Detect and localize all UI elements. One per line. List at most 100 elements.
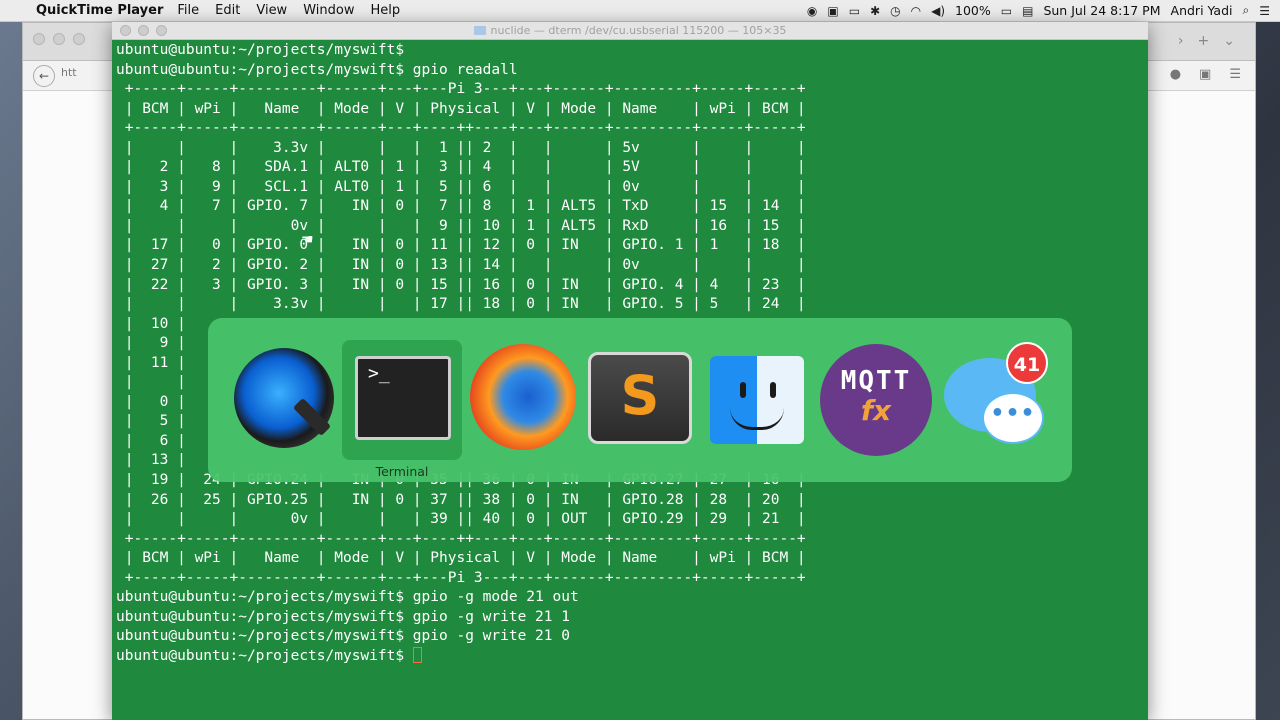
terminal-line-text: | 2 | 8 | SDA.1 | ALT0 | 1 | 3 || 4 | | … <box>116 159 806 176</box>
menu-edit[interactable]: Edit <box>215 3 240 18</box>
terminal-line-text: ubuntu@ubuntu:~/projects/myswift$ <box>116 647 413 664</box>
terminal-line-text: | | | 0v | | | 9 || 10 | 1 | ALT5 | RxD … <box>116 217 806 234</box>
menu-bar: QuickTime Player File Edit View Window H… <box>0 0 1280 22</box>
mqtt-fx-subtext: fx <box>860 394 892 427</box>
terminal-line-text: ubuntu@ubuntu:~/projects/myswift$ gpio -… <box>116 589 579 606</box>
airplay-icon[interactable]: ▭ <box>849 4 860 18</box>
screen-capture-icon[interactable]: ▣ <box>827 4 838 18</box>
status-area: ◉ ▣ ▭ ✱ ◷ ◠ ◀) 100% ▭ ▤ Sun Jul 24 8:17 … <box>807 3 1280 18</box>
firefox-icon[interactable] <box>470 344 576 450</box>
terminal-cursor <box>412 646 422 663</box>
terminal-line: | | | 3.3v | | | 17 || 18 | 0 | IN | GPI… <box>116 295 1148 315</box>
terminal-window-controls <box>120 25 167 36</box>
menu-view[interactable]: View <box>256 3 287 18</box>
browser-tab-tools: › + ⌄ <box>1178 33 1235 49</box>
finder-eye-left <box>740 382 746 398</box>
terminal-line: +-----+-----+---------+------+---+----++… <box>116 119 1148 139</box>
menu-help[interactable]: Help <box>370 3 400 18</box>
terminal-line-text: | 10 | <box>116 315 186 332</box>
finder-eye-right <box>770 382 776 398</box>
terminal-line: | 27 | 2 | GPIO. 2 | IN | 0 | 13 || 14 |… <box>116 256 1148 276</box>
terminal-line-text: | 5 | <box>116 413 186 430</box>
terminal-line: ubuntu@ubuntu:~/projects/myswift$ gpio -… <box>116 588 1148 608</box>
terminal-line: | 22 | 3 | GPIO. 3 | IN | 0 | 15 || 16 |… <box>116 276 1148 296</box>
app-menu[interactable]: QuickTime Player <box>36 3 163 18</box>
terminal-line-text: | | | 3.3v | | | 1 || 2 | | | 5v | | | <box>116 139 806 156</box>
terminal-line-text: | 9 | <box>116 335 186 352</box>
terminal-line-text: ubuntu@ubuntu:~/projects/myswift$ <box>116 42 405 58</box>
mqtt-fx-icon[interactable]: MQTT fx <box>820 344 932 456</box>
zoom-icon[interactable] <box>73 33 85 45</box>
terminal-line: | 4 | 7 | GPIO. 7 | IN | 0 | 7 || 8 | 1 … <box>116 197 1148 217</box>
quicktime-player-icon[interactable] <box>234 348 334 448</box>
minimize-icon[interactable] <box>138 25 149 36</box>
folder-icon <box>473 26 486 35</box>
terminal-line: ubuntu@ubuntu:~/projects/myswift$ <box>116 41 1148 61</box>
hamburger-menu-icon[interactable]: ☰ <box>1229 67 1241 82</box>
terminal-line-text: | 17 | 0 | GPIO. 0 | IN | 0 | 11 || 12 |… <box>116 237 806 254</box>
url-field[interactable]: htt <box>61 66 77 79</box>
minimize-icon[interactable] <box>53 33 65 45</box>
finder-icon[interactable] <box>710 356 804 444</box>
browser-toolbar-right: ● ▣ ☰ <box>1170 67 1241 82</box>
terminal-line: +-----+-----+---------+------+---+---Pi … <box>116 569 1148 589</box>
user-name[interactable]: Andri Yadi <box>1171 3 1233 18</box>
terminal-line-text: +-----+-----+---------+------+---+----++… <box>116 530 806 547</box>
terminal-line-text: | 13 | <box>116 452 186 469</box>
spotlight-icon[interactable]: ⌕ <box>1243 3 1250 18</box>
notification-center-icon[interactable]: ☰ <box>1259 4 1270 18</box>
input-menu-icon[interactable]: ▤ <box>1022 4 1033 18</box>
finder-smile <box>730 408 784 430</box>
close-icon[interactable] <box>120 25 131 36</box>
terminal-line: | | | 0v | | | 9 || 10 | 1 | ALT5 | RxD … <box>116 217 1148 237</box>
hand-cursor-icon: ☚ <box>301 232 314 248</box>
menu-window[interactable]: Window <box>303 3 354 18</box>
terminal-line-text: +-----+-----+---------+------+---+---Pi … <box>116 569 806 586</box>
terminal-line: | 3 | 9 | SCL.1 | ALT0 | 1 | 5 || 6 | | … <box>116 178 1148 198</box>
extension-icon[interactable]: ● <box>1170 67 1181 82</box>
app-switcher-label: Terminal <box>375 464 429 479</box>
terminal-line-text: | 4 | 7 | GPIO. 7 | IN | 0 | 7 || 8 | 1 … <box>116 198 806 215</box>
terminal-line: | BCM | wPi | Name | Mode | V | Physical… <box>116 100 1148 120</box>
mqtt-fx-text: MQTT <box>840 366 912 396</box>
close-icon[interactable] <box>33 33 45 45</box>
terminal-line-text: | | | 3.3v | | | 17 || 18 | 0 | IN | GPI… <box>116 296 806 313</box>
messages-badge: 41 <box>1006 342 1048 384</box>
back-icon[interactable]: ← <box>33 65 55 87</box>
browser-window-controls <box>33 33 85 45</box>
new-tab-icon[interactable]: + <box>1198 33 1210 49</box>
volume-icon[interactable]: ◀) <box>931 4 945 18</box>
battery-icon[interactable]: ▭ <box>1001 4 1012 18</box>
terminal-line: | 2 | 8 | SDA.1 | ALT0 | 1 | 3 || 4 | | … <box>116 158 1148 178</box>
wifi-icon[interactable]: ◠ <box>911 4 921 18</box>
time-machine-icon[interactable]: ◷ <box>890 4 900 18</box>
terminal-line-text: | BCM | wPi | Name | Mode | V | Physical… <box>116 550 806 567</box>
forward-icon[interactable]: › <box>1178 33 1184 49</box>
terminal-line-text: ubuntu@ubuntu:~/projects/myswift$ gpio -… <box>116 608 570 625</box>
terminal-title-bar[interactable]: nuclide — dterm /dev/cu.usbserial 115200… <box>112 22 1148 40</box>
menu-file[interactable]: File <box>177 3 199 18</box>
bluetooth-icon[interactable]: ✱ <box>870 4 880 18</box>
terminal-title: nuclide — dterm /dev/cu.usbserial 115200… <box>490 24 787 37</box>
app-switcher: >_ Terminal S MQTT fx ••• 41 <box>208 318 1072 482</box>
terminal-line-text: ubuntu@ubuntu:~/projects/myswift$ gpio -… <box>116 628 570 645</box>
zoom-icon[interactable] <box>156 25 167 36</box>
terminal-line: +-----+-----+---------+------+---+----++… <box>116 530 1148 550</box>
record-icon[interactable]: ◉ <box>807 4 817 18</box>
terminal-line-text: | 26 | 25 | GPIO.25 | IN | 0 | 37 || 38 … <box>116 491 806 508</box>
terminal-line-text: +-----+-----+---------+------+---+---Pi … <box>116 81 806 98</box>
clock[interactable]: Sun Jul 24 8:17 PM <box>1043 3 1160 18</box>
terminal-line: | | | 0v | | | 39 || 40 | 0 | OUT | GPIO… <box>116 510 1148 530</box>
terminal-line-text: | BCM | wPi | Name | Mode | V | Physical… <box>116 100 806 117</box>
terminal-line-text: | 3 | 9 | SCL.1 | ALT0 | 1 | 5 || 6 | | … <box>116 178 806 195</box>
battery-percent[interactable]: 100% <box>955 3 991 18</box>
app-switcher-item-terminal[interactable]: >_ Terminal <box>342 340 462 479</box>
terminal-line-text: ubuntu@ubuntu:~/projects/myswift$ gpio r… <box>116 61 518 78</box>
terminal-line-text: | 6 | <box>116 432 186 449</box>
pocket-icon[interactable]: ▣ <box>1199 67 1211 82</box>
sublime-text-icon[interactable]: S <box>588 352 692 444</box>
terminal-line: | | | 3.3v | | | 1 || 2 | | | 5v | | | <box>116 139 1148 159</box>
tab-list-icon[interactable]: ⌄ <box>1223 33 1235 49</box>
terminal-app-icon: >_ <box>355 356 451 440</box>
messages-bubble-front: ••• <box>982 392 1044 444</box>
